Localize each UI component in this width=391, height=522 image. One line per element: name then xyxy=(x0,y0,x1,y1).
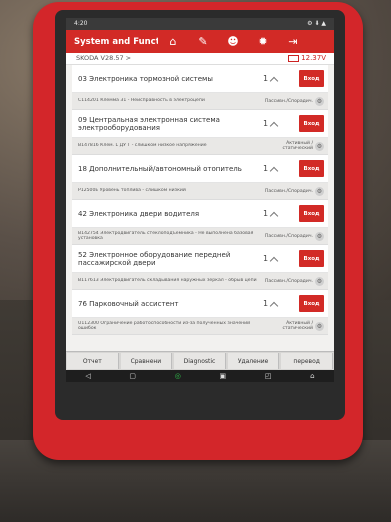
delete-button[interactable]: Удаление xyxy=(227,353,280,369)
chevron-up-icon xyxy=(270,76,278,81)
ecu-row: 09 Центральная электронная система элект… xyxy=(72,110,328,138)
home-nav-icon[interactable]: ▢ xyxy=(129,372,136,380)
ecu-row: 42 Электроника двери водителя 1 Вход xyxy=(72,200,328,228)
ecu-name: 76 Парковочный ассистент xyxy=(78,299,179,308)
dtc-status: Пассивн./Спорадич. xyxy=(264,188,313,194)
dtc-status: Пассивн./Спорадич. xyxy=(264,278,313,284)
chevron-up-icon xyxy=(270,211,278,216)
gear-icon[interactable]: ⚙ xyxy=(315,186,324,196)
exit-icon[interactable]: ⇥ xyxy=(278,30,308,53)
status-time: 4:20 xyxy=(74,20,88,27)
chevron-up-icon xyxy=(270,121,278,126)
dtc-row: B117613 Электродвигатель складывания нар… xyxy=(72,273,328,290)
dtc-description: B142754 Электродвигатель стеклоподъёмник… xyxy=(78,230,254,242)
enter-button[interactable]: Вход xyxy=(299,160,324,177)
fault-count[interactable]: 1 xyxy=(263,254,299,263)
back-icon[interactable]: ◁ xyxy=(85,372,90,380)
ecu-row: 18 Дополнительный/автономный отопитель 1… xyxy=(72,155,328,183)
ecu-row: 03 Электроника тормозной системы 1 Вход xyxy=(72,65,328,93)
page-title: System and Function xyxy=(74,36,158,47)
dtc-description: P12500E Уровень топлива - слишком низкий xyxy=(78,188,186,194)
ecu-name: 18 Дополнительный/автономный отопитель xyxy=(78,164,242,173)
ecu-row: 52 Электронное оборудование передней пас… xyxy=(72,245,328,273)
app-header: System and Function ⌂ ✎ ☻ ✹ ⇥ xyxy=(66,30,334,53)
screenshot-icon[interactable]: ▣ xyxy=(220,372,227,380)
status-icons: ⚙ ⬇ ▲ xyxy=(307,20,326,27)
fault-count[interactable]: 1 xyxy=(263,209,299,218)
bottom-toolbar: Отчет Сравнени Diagnostic Удаление перев… xyxy=(66,351,334,370)
gear-icon[interactable]: ⚙ xyxy=(315,321,324,331)
report-button[interactable]: Отчет xyxy=(67,353,119,369)
dtc-status: Активный /статический xyxy=(282,321,314,331)
report-icon[interactable]: ✎ xyxy=(188,30,218,53)
dtc-row: B147816 Клем. L ДУ Т - слишком низкое на… xyxy=(72,138,328,155)
dtc-status: Пассивн./Спорадич. xyxy=(264,98,313,104)
battery-voltage: 12.37V xyxy=(288,53,326,64)
settings-icon[interactable]: ✹ xyxy=(248,30,278,53)
enter-button[interactable]: Вход xyxy=(299,205,324,222)
diagnostic-button[interactable]: Diagnostic xyxy=(174,353,226,369)
ecu-row: 76 Парковочный ассистент 1 Вход xyxy=(72,290,328,318)
chevron-up-icon xyxy=(270,301,278,306)
ecu-name: 52 Электронное оборудование передней пас… xyxy=(78,250,231,267)
enter-button[interactable]: Вход xyxy=(299,250,324,267)
translate-button[interactable]: перевод xyxy=(281,353,333,369)
recent-apps-icon[interactable]: ⌂ xyxy=(310,372,314,380)
chevron-up-icon xyxy=(270,166,278,171)
android-navbar: ◁ ▢ ◎ ▣ ◰ ⌂ xyxy=(66,370,334,382)
ecu-name: 03 Электроника тормозной системы xyxy=(78,74,213,83)
dtc-status: Пассивн./Спорадич. xyxy=(264,233,313,239)
dtc-description: C114201 Клемма 31 - Неисправность в элек… xyxy=(78,98,205,104)
battery-icon xyxy=(288,54,300,62)
dtc-row: C114201 Клемма 31 - Неисправность в элек… xyxy=(72,93,328,110)
dtc-description: B117613 Электродвигатель складывания нар… xyxy=(78,278,257,284)
tablet-screen: 4:20 ⚙ ⬇ ▲ System and Function ⌂ ✎ ☻ ✹ ⇥… xyxy=(66,18,334,382)
gear-icon[interactable]: ⚙ xyxy=(315,276,324,286)
fault-count[interactable]: 1 xyxy=(263,74,299,83)
home-icon[interactable]: ⌂ xyxy=(158,30,188,53)
dtc-row: B142754 Электродвигатель стеклоподъёмник… xyxy=(72,228,328,245)
enter-button[interactable]: Вход xyxy=(299,295,324,312)
fault-count[interactable]: 1 xyxy=(263,119,299,128)
ecu-name: 09 Центральная электронная система элект… xyxy=(78,115,220,132)
gear-icon[interactable]: ⚙ xyxy=(315,141,324,151)
vehicle-model: SKODA V28.57 > xyxy=(76,54,132,62)
dtc-status: Активный /статический xyxy=(282,141,314,151)
dtc-description: U112300 Ограничение работоспособности из… xyxy=(78,320,251,332)
vehicle-breadcrumb: SKODA V28.57 > 12.37V xyxy=(66,53,334,65)
dtc-row: P12500E Уровень топлива - слишком низкий… xyxy=(72,183,328,200)
ecu-list: 03 Электроника тормозной системы 1 Вход … xyxy=(66,65,334,335)
status-bar: 4:20 ⚙ ⬇ ▲ xyxy=(66,18,334,30)
enter-button[interactable]: Вход xyxy=(299,115,324,132)
chevron-up-icon xyxy=(270,256,278,261)
fault-count[interactable]: 1 xyxy=(263,164,299,173)
dtc-description: B147816 Клем. L ДУ Т - слишком низкое на… xyxy=(78,143,207,149)
fault-count[interactable]: 1 xyxy=(263,299,299,308)
gallery-icon[interactable]: ◰ xyxy=(265,372,272,380)
user-icon[interactable]: ☻ xyxy=(218,30,248,53)
dtc-row: U112300 Ограничение работоспособности из… xyxy=(72,318,328,335)
gear-icon[interactable]: ⚙ xyxy=(315,231,324,241)
enter-button[interactable]: Вход xyxy=(299,70,324,87)
launch-icon[interactable]: ◎ xyxy=(175,372,181,380)
gear-icon[interactable]: ⚙ xyxy=(315,96,324,106)
ecu-name: 42 Электроника двери водителя xyxy=(78,209,200,218)
compare-button[interactable]: Сравнени xyxy=(120,353,173,369)
